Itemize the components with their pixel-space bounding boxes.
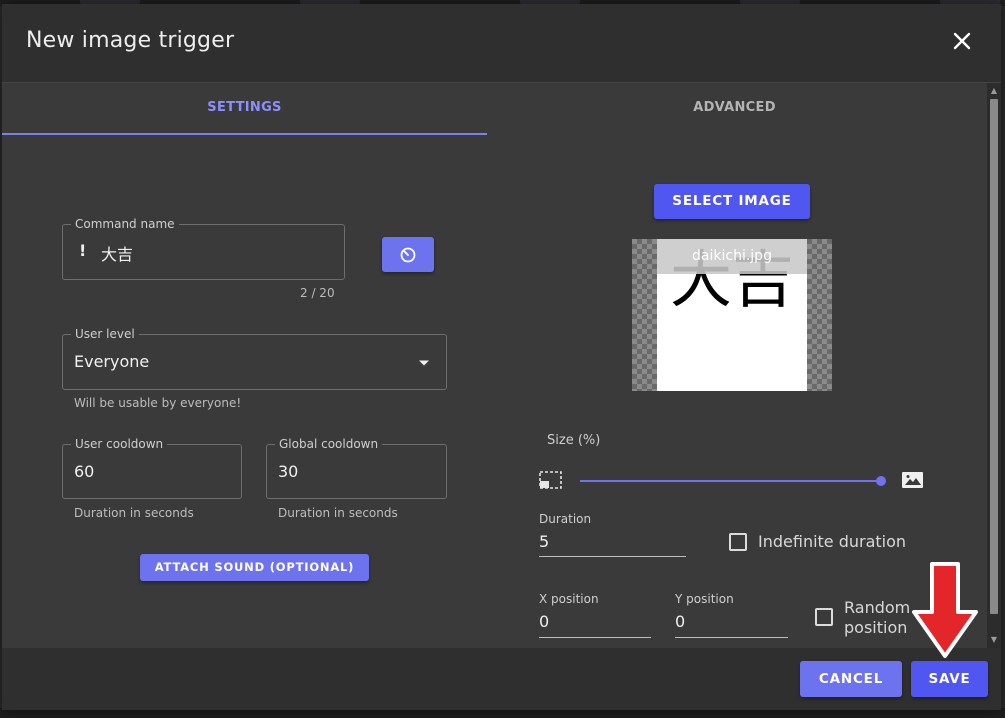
dialog-footer: CANCEL SAVE xyxy=(2,648,1001,710)
duration-value: 5 xyxy=(539,532,550,551)
image-trigger-dialog: New image trigger SETTINGS ADVANCED Comm… xyxy=(2,4,1001,710)
y-position-field[interactable]: Y position 0 xyxy=(675,592,788,638)
timer-button[interactable] xyxy=(382,237,434,272)
scrollbar-thumb[interactable] xyxy=(990,99,998,614)
x-position-label: X position xyxy=(539,592,599,606)
size-label: Size (%) xyxy=(547,433,601,448)
save-button[interactable]: SAVE xyxy=(911,661,988,697)
global-cooldown-helper: Duration in seconds xyxy=(278,506,398,520)
user-cooldown-value: 60 xyxy=(74,462,95,481)
random-position-label-line2: position xyxy=(844,618,908,637)
indefinite-duration-label: Indefinite duration xyxy=(758,532,907,551)
image-preview: 大吉 daikichi.jpg xyxy=(632,239,832,391)
dialog-body: SETTINGS ADVANCED Command name ! 大吉 2 / … xyxy=(2,83,987,648)
size-slider[interactable] xyxy=(580,476,888,486)
global-cooldown-label: Global cooldown xyxy=(275,437,383,451)
x-position-field[interactable]: X position 0 xyxy=(539,592,651,638)
timer-icon xyxy=(400,247,416,263)
user-cooldown-label: User cooldown xyxy=(71,437,168,451)
user-level-label: User level xyxy=(71,327,139,341)
x-position-value: 0 xyxy=(539,612,550,631)
user-level-helper: Will be usable by everyone! xyxy=(74,396,242,410)
close-icon[interactable] xyxy=(951,30,973,52)
command-prefix: ! xyxy=(79,241,87,260)
image-file-name: daikichi.jpg xyxy=(657,239,807,274)
dialog-header: New image trigger xyxy=(2,4,1001,83)
duration-label: Duration xyxy=(539,512,592,526)
user-cooldown-helper: Duration in seconds xyxy=(74,506,194,520)
y-position-label: Y position xyxy=(675,592,734,606)
global-cooldown-value: 30 xyxy=(278,462,299,481)
random-position-label-line1: Random xyxy=(844,598,911,617)
command-name-value: 大吉 xyxy=(101,245,134,264)
tab-settings[interactable]: SETTINGS xyxy=(2,83,487,135)
dialog-scrollbar[interactable]: ▲ ▼ xyxy=(987,83,1001,648)
cancel-button[interactable]: CANCEL xyxy=(800,661,902,697)
y-position-value: 0 xyxy=(675,612,686,631)
size-large-icon xyxy=(902,472,923,488)
duration-field[interactable]: Duration 5 xyxy=(539,512,686,557)
user-level-select[interactable]: User level Everyone xyxy=(62,327,447,390)
random-position-checkbox[interactable] xyxy=(815,608,833,626)
annotation-arrow-icon xyxy=(912,562,978,658)
scroll-up-icon[interactable]: ▲ xyxy=(990,86,998,96)
global-cooldown-field[interactable]: Global cooldown 30 xyxy=(266,437,447,499)
scroll-down-icon[interactable]: ▼ xyxy=(990,635,998,645)
attach-sound-button[interactable]: ATTACH SOUND (OPTIONAL) xyxy=(140,554,369,581)
user-level-value: Everyone xyxy=(74,352,150,371)
tab-advanced[interactable]: ADVANCED xyxy=(492,83,977,135)
size-small-icon xyxy=(539,471,562,489)
tab-bar: SETTINGS ADVANCED xyxy=(2,83,987,135)
size-slider-thumb[interactable] xyxy=(876,476,886,486)
indefinite-duration-checkbox[interactable] xyxy=(729,533,747,551)
select-image-button[interactable]: SELECT IMAGE xyxy=(654,184,810,219)
command-name-counter: 2 / 20 xyxy=(300,286,335,300)
command-name-label: Command name xyxy=(71,217,179,231)
user-cooldown-field[interactable]: User cooldown 60 xyxy=(62,437,242,499)
dialog-title: New image trigger xyxy=(26,28,235,53)
command-name-field[interactable]: Command name ! 大吉 xyxy=(62,217,345,280)
chevron-down-icon xyxy=(419,360,429,366)
size-slider-track xyxy=(580,480,882,482)
